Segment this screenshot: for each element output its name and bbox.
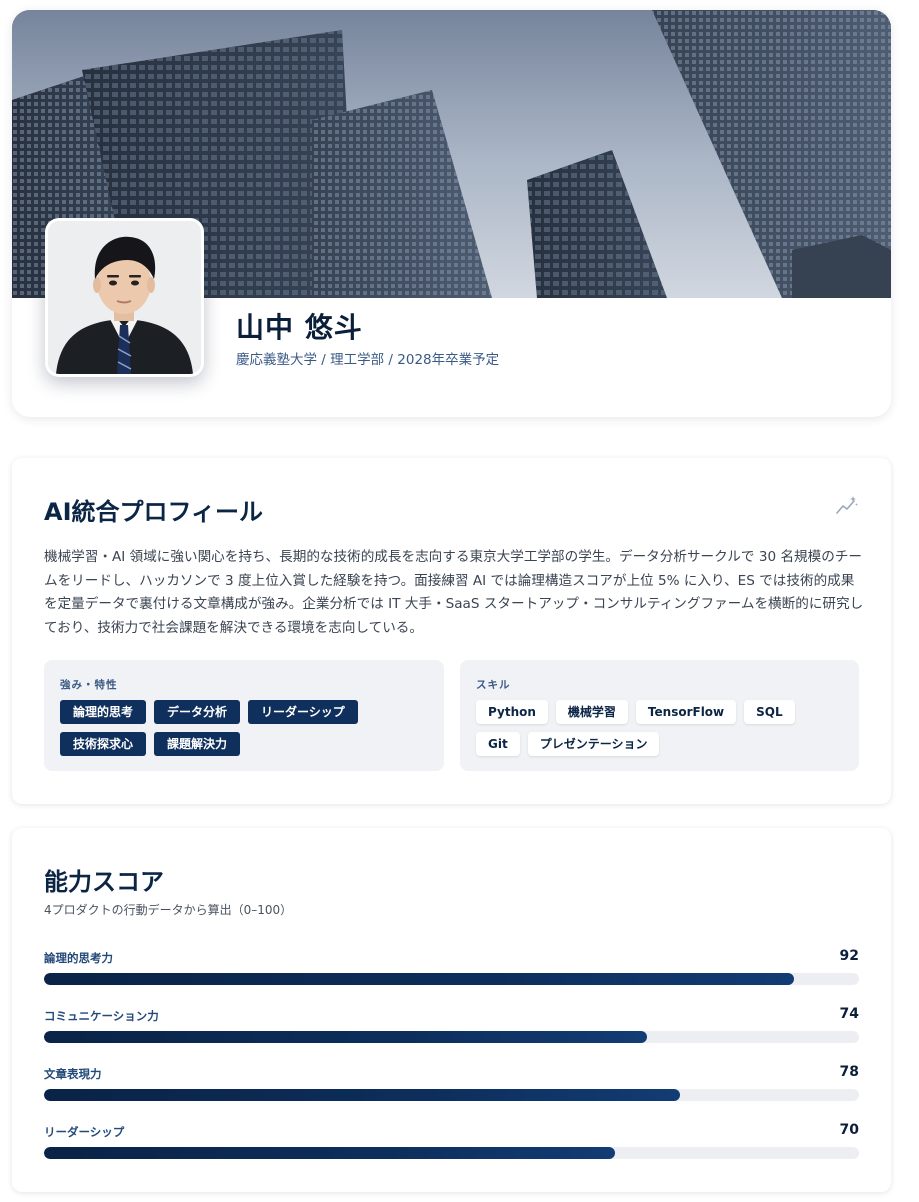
score-bar-fill [44, 1147, 615, 1159]
score-bar-track [44, 973, 859, 985]
avatar-photo [48, 221, 201, 374]
strength-chip: 技術探求心 [60, 732, 147, 756]
skill-chip: プレゼンテーション [527, 732, 660, 756]
profile-name: 山中 悠斗 [236, 311, 363, 344]
skill-chip: Git [476, 732, 520, 756]
skill-chip: 機械学習 [555, 700, 628, 724]
strength-chip: 論理的思考 [60, 700, 147, 724]
strengths-panel: 強み・特性 論理的思考 データ分析 リーダーシップ 技術探求心 課題解決力 [44, 660, 444, 771]
avatar [45, 218, 204, 377]
strengths-label: 強み・特性 [60, 679, 118, 691]
ai-profile-card: AI統合プロフィール 機械学習・AI 領域に強い関心を持ち、長期的な技術的成長を… [12, 458, 891, 804]
score-subtitle: 4プロダクトの行動データから算出（0–100） [44, 903, 293, 917]
skill-chip: Python [476, 700, 548, 724]
score-bar-track [44, 1089, 859, 1101]
skill-chip: SQL [744, 700, 795, 724]
score-label: 文章表現力 [44, 1067, 102, 1081]
strength-chip: 課題解決力 [154, 732, 241, 756]
skills-chips: Python 機械学習 TensorFlow SQL Git プレゼンテーション [476, 700, 845, 756]
strength-chip: リーダーシップ [248, 700, 358, 724]
score-bar-track [44, 1147, 859, 1159]
ai-profile-summary: 機械学習・AI 領域に強い関心を持ち、長期的な技術的成長を志向する東京大学工学部… [44, 549, 864, 636]
score-bar-track [44, 1031, 859, 1043]
score-value: 74 [839, 1006, 859, 1022]
score-value: 92 [839, 948, 859, 964]
strengths-chips: 論理的思考 データ分析 リーダーシップ 技術探求心 課題解決力 [60, 700, 430, 756]
sparkle-chart-icon[interactable] [835, 494, 859, 518]
strength-chip: データ分析 [154, 700, 241, 724]
ability-score-card: 能力スコア 4プロダクトの行動データから算出（0–100） 論理的思考力 92 … [12, 828, 891, 1192]
score-title: 能力スコア [44, 868, 164, 896]
profile-header-card: 山中 悠斗 慶応義塾大学 / 理工学部 / 2028年卒業予定 [12, 10, 891, 417]
score-value: 70 [839, 1122, 859, 1138]
score-bar-fill [44, 1089, 680, 1101]
score-bar-fill [44, 973, 794, 985]
score-label: リーダーシップ [44, 1125, 125, 1139]
score-value: 78 [839, 1064, 859, 1080]
skill-chip: TensorFlow [635, 700, 737, 724]
ai-profile-title: AI統合プロフィール [44, 498, 264, 526]
skills-panel: スキル Python 機械学習 TensorFlow SQL Git プレゼンテ… [460, 660, 859, 771]
score-label: コミュニケーション力 [44, 1009, 159, 1023]
score-label: 論理的思考力 [44, 951, 113, 965]
skills-label: スキル [476, 679, 511, 691]
profile-affiliation: 慶応義塾大学 / 理工学部 / 2028年卒業予定 [236, 352, 500, 368]
score-bar-fill [44, 1031, 648, 1043]
